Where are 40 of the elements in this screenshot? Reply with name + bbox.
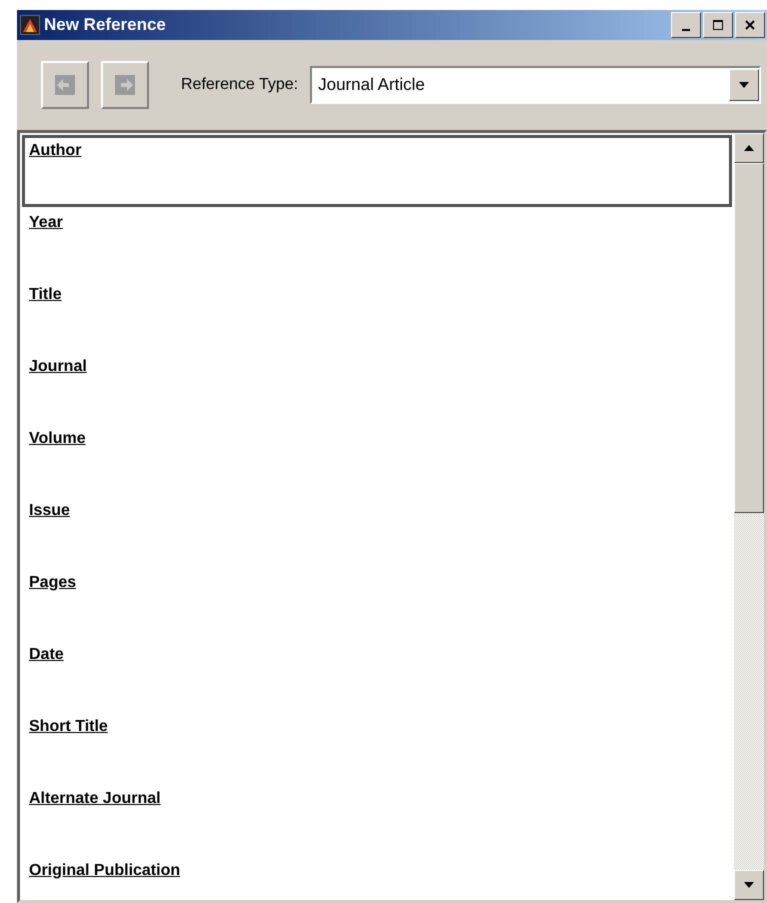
field-label: Journal [29,358,87,375]
close-icon [744,19,756,31]
field-label: Issue [29,502,70,519]
field-label: Pages [29,574,76,591]
field-label: Year [29,214,63,231]
minimize-icon [682,29,690,31]
field-label: Author [29,142,82,159]
previous-record-button[interactable] [41,61,89,109]
field-row[interactable]: Alternate Journal [22,783,732,855]
reference-type-dropdown[interactable]: Journal Article [310,66,761,104]
scrollbar[interactable] [734,133,764,900]
next-record-button[interactable] [101,61,149,109]
field-label: Date [29,646,64,663]
scroll-up-button[interactable] [734,133,764,163]
field-row[interactable]: Original Publication [22,855,732,900]
maximize-icon [712,19,724,31]
reference-type-label: Reference Type: [181,76,298,94]
field-row[interactable]: Year [22,207,732,279]
field-label: Original Publication [29,862,180,879]
field-row[interactable]: Author [22,135,732,207]
window-title: New Reference [44,15,167,35]
field-row[interactable]: Pages [22,567,732,639]
field-row[interactable]: Short Title [22,711,732,783]
up-arrow-icon [744,145,754,151]
field-label: Short Title [29,718,108,735]
app-icon [20,15,40,35]
field-label: Volume [29,430,86,447]
scrollbar-thumb[interactable] [734,163,764,513]
field-label: Title [29,286,62,303]
minimize-button[interactable] [671,12,701,38]
field-row[interactable]: Volume [22,423,732,495]
field-label: Alternate Journal [29,790,161,807]
field-row[interactable]: Date [22,639,732,711]
field-row[interactable]: Journal [22,351,732,423]
scroll-down-button[interactable] [734,870,764,900]
maximize-button[interactable] [703,12,733,38]
field-row[interactable]: Issue [22,495,732,567]
down-arrow-icon [744,882,754,888]
field-row[interactable]: Title [22,279,732,351]
close-button[interactable] [735,12,765,38]
